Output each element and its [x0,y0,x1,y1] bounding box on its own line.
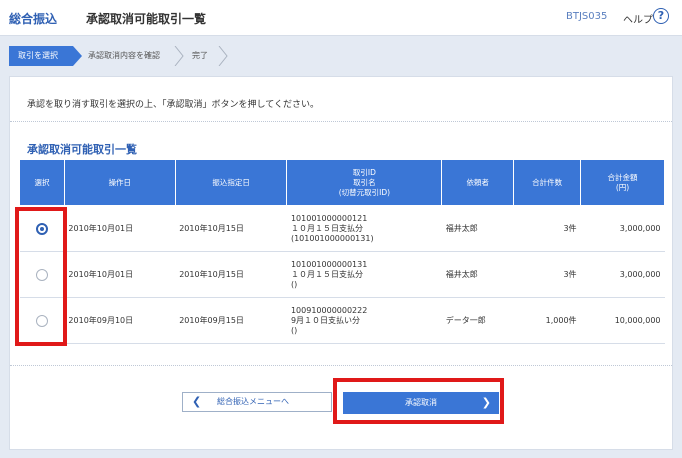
transfer-date-cell: 2010年10月15日 [175,251,287,298]
step-select-transaction: 取引を選択 [9,46,73,66]
col-header-total-amount: 合計金額 (円) [580,159,665,206]
annotation-frame-cancel-button [333,378,504,424]
txn-name: １０月１５日支払分 [290,223,363,233]
col-header-operation-date: 操作日 [63,159,176,206]
category-label: 総合振込 [9,12,58,26]
section-title: 承認取消可能取引一覧 [27,143,137,156]
col-header-source-txn-id: (切替元取引ID) [338,187,391,197]
transaction-cell: 101001000000121 １０月１５日支払分 (1010010000001… [286,205,442,252]
table-row: 2010年09月10日 2010年09月15日 100910000000222 … [19,297,665,344]
transaction-cell: 100910000000222 9月１０日支払い分 () [286,297,442,344]
page-title: 承認取消可能取引一覧 [86,12,207,26]
step-confirm-cancel: 承認取消内容を確認 [88,51,160,60]
total-amount-cell: 3,000,000 [580,205,665,252]
txn-id: 101001000000131 [290,259,368,269]
table-row: 2010年10月01日 2010年10月15日 101001000000121 … [19,205,665,252]
total-count-cell: 3件 [513,251,581,298]
txn-name: １０月１５日支払分 [290,269,363,279]
operation-date-cell: 2010年10月01日 [64,205,176,252]
back-to-menu-label: 総合振込メニューへ [217,397,289,406]
step-arrow-active [73,46,82,66]
screen-code: BTJS035 [566,11,608,22]
txn-id: 100910000000222 [290,305,368,315]
instruction-text: 承認を取り消す取引を選択の上、「承認取消」ボタンを押してください。 [27,100,319,110]
operation-date-cell: 2010年09月10日 [64,297,176,344]
requester-cell: データ一郎 [441,297,514,344]
help-icon[interactable]: ? [653,8,669,24]
col-header-select: 選択 [19,159,65,206]
step-separator-icon [174,46,184,66]
col-header-requester: 依頼者 [441,159,515,206]
back-to-menu-button[interactable]: ❮ 総合振込メニューへ [182,392,332,412]
total-amount-cell: 3,000,000 [580,251,665,298]
divider [10,121,672,122]
requester-cell: 福井太郎 [441,205,514,252]
col-header-total-amount-unit: (円) [615,182,630,192]
chevron-left-icon: ❮ [192,395,202,408]
operation-date-cell: 2010年10月01日 [64,251,176,298]
total-count-cell: 3件 [513,205,581,252]
col-header-total-amount-label: 合計金額 [607,172,638,182]
transaction-table: 選択 操作日 振込指定日 取引ID 取引名 (切替元取引ID) 依頼者 合計件数… [19,159,665,344]
total-amount-cell: 10,000,000 [580,297,665,344]
col-header-txn-id: 取引ID [352,167,376,177]
annotation-frame-select-column [15,207,67,346]
table-row: 2010年10月01日 2010年10月15日 101001000000131 … [19,251,665,298]
txn-name: 9月１０日支払い分 [290,315,361,325]
col-header-total-count: 合計件数 [513,159,582,206]
step-separator-icon [218,46,228,66]
transfer-date-cell: 2010年09月15日 [175,297,287,344]
txn-id: 101001000000121 [290,213,368,223]
divider [10,365,672,366]
col-header-transfer-date: 振込指定日 [174,159,288,206]
requester-cell: 福井太郎 [441,251,514,298]
total-count-cell: 1,000件 [513,297,581,344]
transfer-date-cell: 2010年10月15日 [175,205,287,252]
help-link[interactable]: ヘルプ [623,11,653,26]
source-txn-id: () [290,279,298,289]
source-txn-id: (101001000000131) [290,233,374,243]
header-bar: 総合振込 承認取消可能取引一覧 BTJS035 ヘルプ ? [0,0,682,36]
source-txn-id: () [290,325,298,335]
transaction-cell: 101001000000131 １０月１５日支払分 () [286,251,442,298]
col-header-txn-name: 取引名 [353,177,376,187]
col-header-transaction: 取引ID 取引名 (切替元取引ID) [286,159,443,206]
